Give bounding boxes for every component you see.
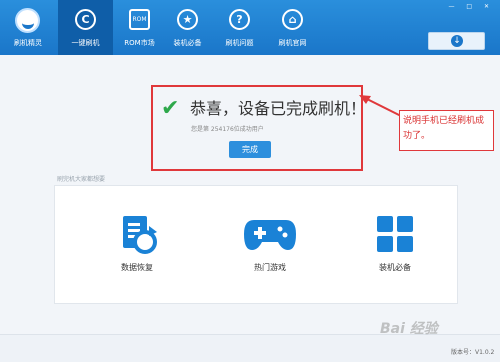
refresh-c-icon: C — [75, 9, 96, 30]
success-subtitle: 您是第 254176位成功用户 — [191, 126, 264, 133]
gamepad-icon — [244, 220, 296, 250]
download-icon: ↓ — [451, 35, 463, 47]
question-icon: ? — [229, 9, 250, 30]
top-toolbar: 刷机精灵 C 一键刷机 ROM ROM市场 ★ 装机必备 ? 刷机问题 ⌂ 刷机… — [0, 0, 500, 55]
apps-grid-icon — [377, 216, 413, 252]
brand-logo[interactable]: 刷机精灵 — [2, 0, 54, 55]
tab-label: 一键刷机 — [71, 39, 100, 47]
recommend-item-label: 热门游戏 — [254, 263, 286, 272]
brand-label: 刷机精灵 — [14, 39, 42, 47]
recommend-item-data-recovery[interactable]: 数据恢复 — [97, 212, 177, 273]
tab-one-click-flash[interactable]: C 一键刷机 — [58, 0, 113, 55]
check-icon: ✔ — [161, 96, 180, 121]
home-icon: ⌂ — [282, 9, 303, 30]
recommend-item-essentials[interactable]: 装机必备 — [355, 212, 435, 273]
recommend-item-games[interactable]: 热门游戏 — [230, 212, 310, 273]
tab-label: 刷机问题 — [225, 39, 254, 47]
flash-tool-window: 刷机精灵 C 一键刷机 ROM ROM市场 ★ 装机必备 ? 刷机问题 ⌂ 刷机… — [0, 0, 500, 362]
star-icon: ★ — [177, 9, 198, 30]
recommend-item-label: 装机必备 — [379, 263, 411, 272]
watermark: Bai 经验 — [380, 321, 438, 337]
success-title: 恭喜，设备已完成刷机！ — [190, 99, 367, 118]
recommend-item-label: 数据恢复 — [121, 263, 153, 272]
download-button[interactable]: ↓ — [428, 32, 485, 50]
data-recovery-icon — [123, 216, 157, 254]
tab-label: 装机必备 — [173, 39, 202, 47]
recommend-heading: 刷完机大家都想要 — [57, 176, 106, 183]
done-button[interactable]: 完成 — [229, 141, 271, 158]
tab-rom-market[interactable]: ROM ROM市场 — [112, 0, 167, 55]
version-label: 版本号：V1.0.2 — [451, 349, 495, 356]
tab-label: ROM市场 — [124, 39, 155, 47]
annotation-text: 说明手机已经刷机成功了。 — [403, 116, 485, 141]
tab-label: 刷机官网 — [278, 39, 307, 47]
rom-icon: ROM — [129, 9, 150, 30]
tab-flash-faq[interactable]: ? 刷机问题 — [212, 0, 267, 55]
brand-logo-icon — [15, 8, 40, 33]
tab-official-site[interactable]: ⌂ 刷机官网 — [265, 0, 320, 55]
tab-essentials[interactable]: ★ 装机必备 — [160, 0, 215, 55]
window-controls[interactable]: — □ ✕ — [448, 3, 494, 10]
status-bar — [0, 334, 500, 362]
